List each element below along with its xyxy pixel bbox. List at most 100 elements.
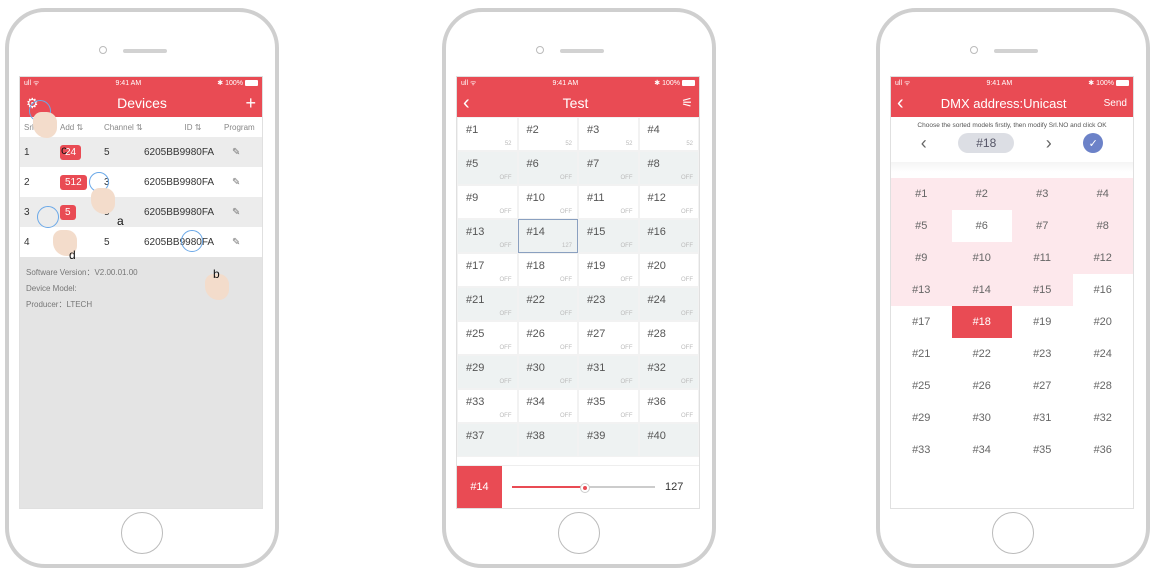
back-icon[interactable]: ‹: [897, 92, 904, 115]
address-cell[interactable]: #18: [951, 306, 1012, 338]
address-cell[interactable]: #8: [1072, 210, 1133, 242]
address-cell[interactable]: #35: [1012, 434, 1073, 466]
channel-cell[interactable]: #2 52: [517, 117, 578, 151]
channel-cell[interactable]: #25 OFF: [457, 321, 518, 355]
address-badge[interactable]: 5: [60, 204, 76, 220]
address-cell[interactable]: #29: [891, 402, 952, 434]
confirm-check-icon[interactable]: ✓: [1083, 133, 1104, 153]
channel-cell[interactable]: #26 OFF: [517, 321, 578, 355]
address-cell[interactable]: #30: [951, 402, 1012, 434]
edit-icon[interactable]: ✎: [232, 207, 248, 218]
address-cell[interactable]: #15: [1012, 274, 1073, 306]
address-cell[interactable]: #6: [951, 210, 1012, 242]
channel-cell[interactable]: #21 OFF: [457, 287, 518, 321]
address-cell[interactable]: #20: [1072, 306, 1133, 338]
channel-cell[interactable]: #33 OFF: [457, 389, 518, 423]
channel-cell[interactable]: #8 OFF: [638, 151, 699, 185]
channel-cell[interactable]: #22 OFF: [517, 287, 578, 321]
channel-cell[interactable]: #31 OFF: [578, 355, 639, 389]
address-badge[interactable]: 512: [60, 174, 87, 190]
home-button[interactable]: [558, 512, 600, 554]
address-cell[interactable]: #21: [891, 338, 952, 370]
device-id[interactable]: 6205BB9980FA: [144, 207, 232, 218]
table-row[interactable]: 2 512 3 6205BB9980FA ✎: [20, 167, 262, 197]
address-cell[interactable]: #17: [891, 306, 952, 338]
col-channel[interactable]: Channel ⇅: [104, 123, 162, 132]
channel-cell[interactable]: #15 OFF: [578, 219, 639, 253]
channel-cell[interactable]: #10 OFF: [517, 185, 578, 219]
channel-cell[interactable]: #36 OFF: [638, 389, 699, 423]
address-cell[interactable]: #2: [951, 178, 1012, 210]
channel-cell[interactable]: #4 52: [638, 117, 699, 151]
send-button[interactable]: Send: [1104, 98, 1127, 109]
home-button[interactable]: [121, 512, 163, 554]
address-cell[interactable]: #31: [1012, 402, 1073, 434]
channel-cell[interactable]: #30 OFF: [517, 355, 578, 389]
address-cell[interactable]: #10: [951, 242, 1012, 274]
col-id[interactable]: ID ⇅: [162, 123, 224, 132]
next-icon[interactable]: ›: [1046, 133, 1052, 154]
channel-cell[interactable]: #14 127: [517, 219, 578, 253]
address-cell[interactable]: #13: [891, 274, 952, 306]
channel-cell[interactable]: #9 OFF: [457, 185, 518, 219]
edit-icon[interactable]: ✎: [232, 147, 248, 158]
channel-cell[interactable]: #11 OFF: [578, 185, 639, 219]
col-add[interactable]: Add ⇅: [60, 123, 104, 132]
edit-icon[interactable]: ✎: [232, 177, 248, 188]
address-cell[interactable]: #3: [1012, 178, 1073, 210]
prev-icon[interactable]: ‹: [921, 133, 927, 154]
channel-cell[interactable]: #40: [638, 423, 699, 457]
channel-cell[interactable]: #3 52: [578, 117, 639, 151]
address-cell[interactable]: #23: [1012, 338, 1073, 370]
edit-icon[interactable]: ✎: [232, 237, 248, 248]
address-cell[interactable]: #1: [891, 178, 952, 210]
address-cell[interactable]: #34: [951, 434, 1012, 466]
address-cell[interactable]: #26: [951, 370, 1012, 402]
address-cell[interactable]: #22: [951, 338, 1012, 370]
address-cell[interactable]: #12: [1072, 242, 1133, 274]
channel-cell[interactable]: #5 OFF: [457, 151, 518, 185]
address-cell[interactable]: #11: [1012, 242, 1073, 274]
sliders-icon[interactable]: ⚟: [681, 95, 693, 111]
channel-cell[interactable]: #38: [517, 423, 578, 457]
home-button[interactable]: [992, 512, 1034, 554]
slider-knob[interactable]: [579, 483, 590, 493]
channel-cell[interactable]: #19 OFF: [578, 253, 639, 287]
channel-cell[interactable]: #16 OFF: [638, 219, 699, 253]
address-cell[interactable]: #27: [1012, 370, 1073, 402]
address-cell[interactable]: #24: [1072, 338, 1133, 370]
back-icon[interactable]: ‹: [463, 92, 470, 115]
brightness-slider[interactable]: [512, 483, 655, 493]
address-cell[interactable]: #14: [951, 274, 1012, 306]
channel-cell[interactable]: #28 OFF: [638, 321, 699, 355]
address-cell[interactable]: #25: [891, 370, 952, 402]
channel-cell[interactable]: #17 OFF: [457, 253, 518, 287]
channel-cell[interactable]: #18 OFF: [517, 253, 578, 287]
channel-cell[interactable]: #24 OFF: [638, 287, 699, 321]
channel-cell[interactable]: #29 OFF: [457, 355, 518, 389]
channel-cell[interactable]: #1 52: [457, 117, 518, 151]
table-row[interactable]: 1 24 5 6205BB9980FA ✎: [20, 137, 262, 167]
address-cell[interactable]: #4: [1072, 178, 1133, 210]
channel-cell[interactable]: #23 OFF: [578, 287, 639, 321]
channel-cell[interactable]: #39: [578, 423, 639, 457]
device-id[interactable]: 6205BB9980FA: [144, 177, 232, 188]
channel-cell[interactable]: #37: [457, 423, 518, 457]
address-cell[interactable]: #28: [1072, 370, 1133, 402]
address-cell[interactable]: #19: [1012, 306, 1073, 338]
channel-cell[interactable]: #34 OFF: [517, 389, 578, 423]
address-cell[interactable]: #32: [1072, 402, 1133, 434]
channel-cell[interactable]: #27 OFF: [578, 321, 639, 355]
address-cell[interactable]: #9: [891, 242, 952, 274]
channel-cell[interactable]: #6 OFF: [517, 151, 578, 185]
device-id[interactable]: 6205BB9980FA: [144, 147, 232, 158]
plus-icon[interactable]: +: [245, 93, 256, 114]
address-cell[interactable]: #7: [1012, 210, 1073, 242]
address-cell[interactable]: #16: [1072, 274, 1133, 306]
channel-cell[interactable]: #32 OFF: [638, 355, 699, 389]
address-cell[interactable]: #33: [891, 434, 952, 466]
channel-cell[interactable]: #7 OFF: [578, 151, 639, 185]
address-cell[interactable]: #5: [891, 210, 952, 242]
address-cell[interactable]: #36: [1072, 434, 1133, 466]
channel-cell[interactable]: #35 OFF: [578, 389, 639, 423]
